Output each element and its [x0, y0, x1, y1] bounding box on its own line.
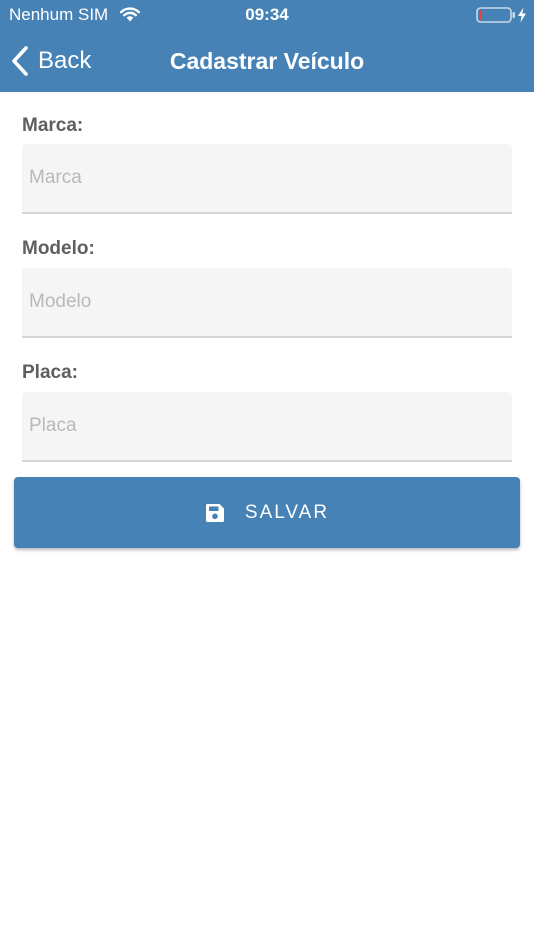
placa-field-container [22, 392, 512, 462]
modelo-label: Modelo: [22, 238, 95, 259]
battery-low-icon [476, 7, 515, 23]
placa-input[interactable] [22, 392, 512, 460]
floppy-disk-icon [205, 503, 224, 522]
marca-field-container [22, 144, 512, 214]
status-bar: Nenhum SIM 09:34 [0, 0, 534, 30]
marca-input[interactable] [22, 144, 512, 212]
modelo-input[interactable] [22, 268, 512, 336]
save-button[interactable]: SALVAR [14, 477, 520, 548]
save-button-label: SALVAR [244, 501, 330, 523]
bolt-icon [518, 7, 526, 23]
page-title: Cadastrar Veículo [169, 48, 365, 74]
app-header: Nenhum SIM 09:34 Back Cadastrar Veículo [0, 0, 534, 92]
marca-label: Marca: [22, 115, 84, 136]
status-time: 09:34 [245, 5, 289, 24]
modelo-field-container [22, 268, 512, 338]
placa-label: Placa: [22, 362, 78, 383]
navigation-bar: Back Cadastrar Veículo [0, 30, 534, 92]
